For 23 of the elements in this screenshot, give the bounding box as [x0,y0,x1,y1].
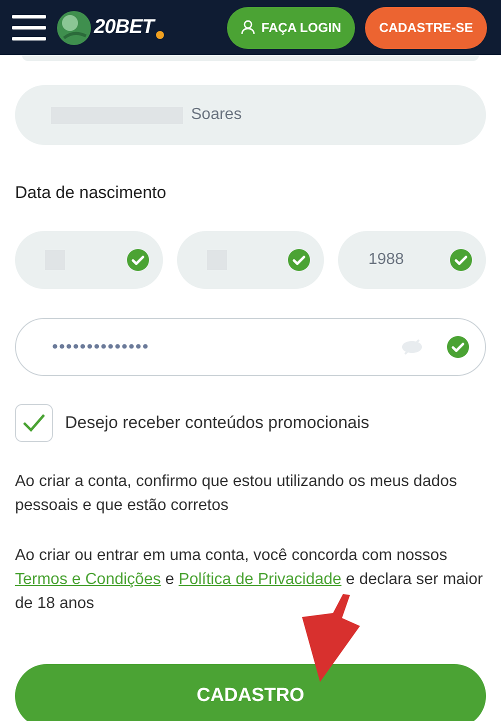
login-button[interactable]: FAÇA LOGIN [227,6,356,48]
password-value: •••••••••••••• [52,337,150,357]
logo-text: 20BET [94,16,154,39]
field-value: Soares [191,106,242,124]
birth-date-label: Data de nascimento [15,183,168,203]
ball-icon [56,10,92,46]
privacy-link[interactable]: Política de Privacidade [178,571,342,588]
submit-button[interactable]: CADASTRO [15,664,486,721]
confirm-text: Ao criar a conta, confirmo que estou utilizando os meus dados pessoais e que estão corretos [15,472,458,516]
password-field[interactable]: •••••••••••••• [15,318,486,376]
checkbox-label: Desejo receber conteúdos promocionais [65,413,370,433]
terms-link[interactable]: Termos e Condições [15,571,161,588]
surname-field[interactable]: Soares [15,85,486,145]
menu-icon[interactable] [12,12,46,42]
signup-button[interactable]: CADASTRE-SE [365,6,487,48]
dot-icon [156,30,164,38]
date-field[interactable]: 1988 [338,231,486,289]
terms-text: Ao criar ou entrar em uma conta, você concorda com nossos Termos e Condições e Política de Privacidade e declara ser maior de 18 anos [15,546,484,614]
field-value: 1988 [368,251,404,269]
input-field[interactable] [22,55,479,61]
user-icon [241,20,256,35]
checkmark-icon [22,413,46,433]
checkbox[interactable] [15,404,53,442]
